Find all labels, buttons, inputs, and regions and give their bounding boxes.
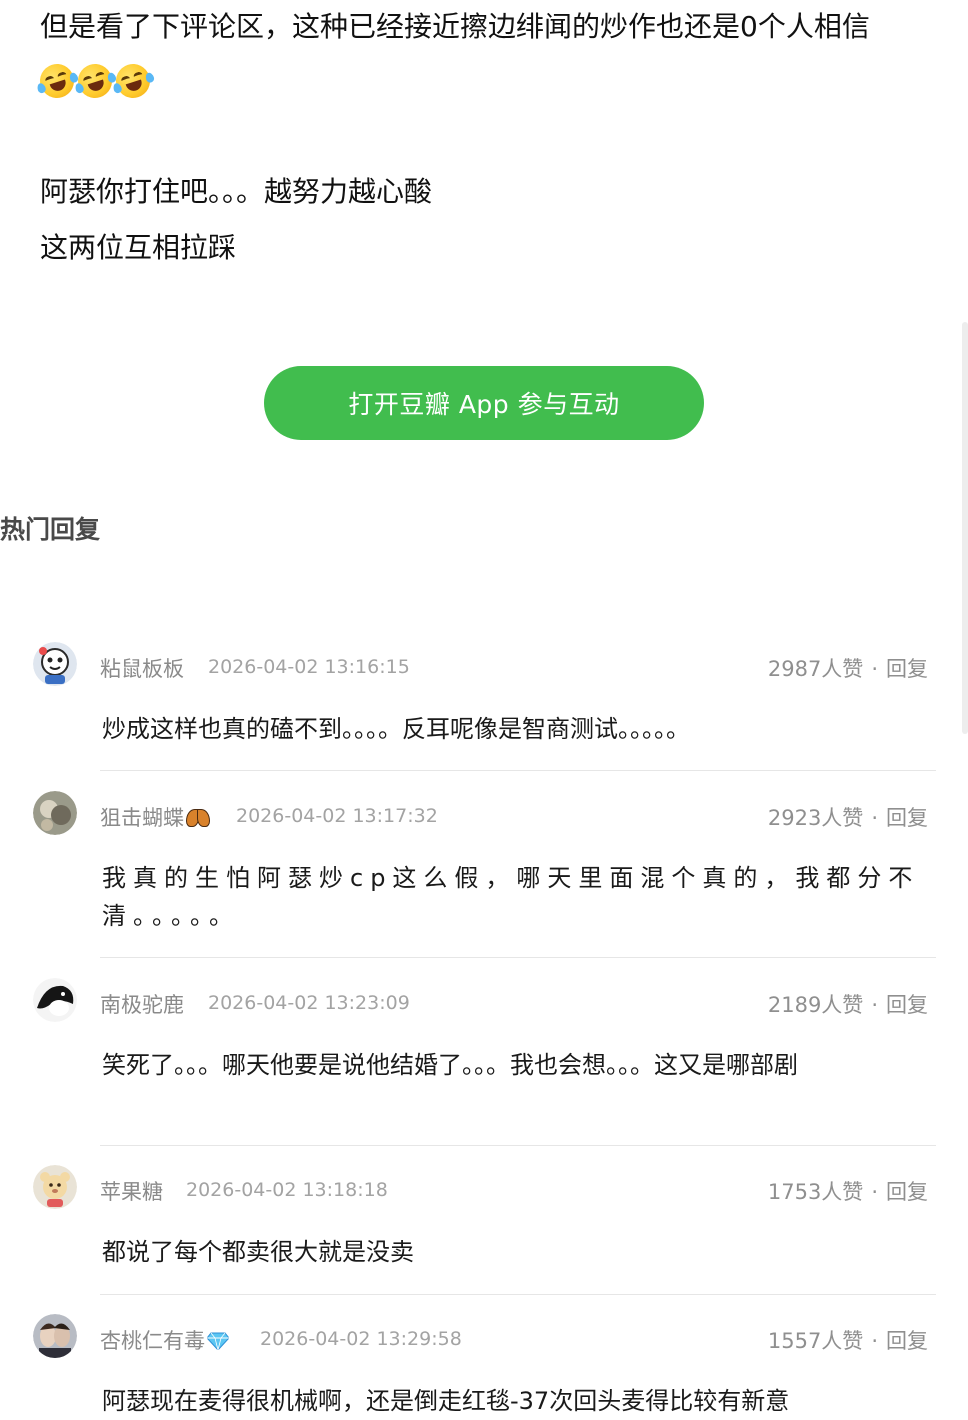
open-douban-app-button[interactable]: 打开豆瓣 App 参与互动 <box>264 366 704 440</box>
diamond-icon <box>207 1332 229 1350</box>
butterfly-icon <box>186 809 210 827</box>
divider <box>100 1145 936 1146</box>
divider <box>100 770 936 771</box>
comment-meta: 1557人赞 · 回复 <box>768 1325 928 1355</box>
rolling-on-floor-laughing-icon <box>73 59 118 103</box>
avatar[interactable] <box>33 642 77 686</box>
comment-text: 阿瑟现在麦得很机械啊，还是倒走红毯-37次回头麦得比较有新意 <box>102 1387 790 1415</box>
comment-author[interactable]: 杏桃仁有毒 <box>100 1325 229 1355</box>
reply-button[interactable]: 回复 <box>886 1180 928 1204</box>
reply-button[interactable]: 回复 <box>886 806 928 830</box>
comment-time: 2026-04-02 13:16:15 <box>208 656 410 678</box>
comment-meta: 1753人赞 · 回复 <box>768 1176 928 1206</box>
reply-button[interactable]: 回复 <box>886 1329 928 1353</box>
comment-time: 2026-04-02 13:17:32 <box>236 805 438 827</box>
like-count[interactable]: 2189人赞 <box>768 993 863 1017</box>
divider <box>100 1294 936 1295</box>
post-text-line-1: 但是看了下评论区，这种已经接近擦边绯闻的炒作也还是0个人相信 <box>40 10 870 43</box>
separator-dot: · <box>871 806 878 830</box>
separator-dot: · <box>871 993 878 1017</box>
comment-meta: 2189人赞 · 回复 <box>768 989 928 1019</box>
rolling-on-floor-laughing-icon <box>35 59 80 103</box>
separator-dot: · <box>871 657 878 681</box>
separator-dot: · <box>871 1180 878 1204</box>
comment-author[interactable]: 苹果糖 <box>100 1176 163 1206</box>
like-count[interactable]: 1557人赞 <box>768 1329 863 1353</box>
comment-time: 2026-04-02 13:18:18 <box>186 1179 388 1201</box>
emoji-row <box>35 59 156 103</box>
hot-replies-title: 热门回复 <box>0 515 101 544</box>
comment-meta: 2987人赞 · 回复 <box>768 653 928 683</box>
avatar[interactable] <box>33 1165 77 1209</box>
post-text-line-3: 这两位互相拉踩 <box>40 231 237 264</box>
post-text-line-2: 阿瑟你打住吧。。。越努力越心酸 <box>40 175 433 208</box>
divider <box>100 957 936 958</box>
rolling-on-floor-laughing-icon <box>111 59 156 103</box>
comment-author[interactable]: 南极驼鹿 <box>100 989 184 1019</box>
comment-text: 笑死了。。。哪天他要是说他结婚了。。。我也会想。。。这又是哪部剧 <box>102 1051 798 1079</box>
comment-text: 炒成这样也真的磕不到。。。。反耳呢像是智商测试。。。。。 <box>102 715 690 743</box>
scrollbar[interactable] <box>962 322 968 734</box>
comment-author[interactable]: 粘鼠板板 <box>100 653 184 683</box>
avatar[interactable] <box>33 1314 77 1358</box>
comment-meta: 2923人赞 · 回复 <box>768 802 928 832</box>
avatar[interactable] <box>33 791 77 835</box>
comment-author[interactable]: 狙击蝴蝶 <box>100 802 210 832</box>
comment-text: 都说了每个都卖很大就是没卖 <box>102 1238 414 1266</box>
avatar[interactable] <box>33 978 77 1022</box>
comment-time: 2026-04-02 13:29:58 <box>260 1328 462 1350</box>
like-count[interactable]: 1753人赞 <box>768 1180 863 1204</box>
comment-time: 2026-04-02 13:23:09 <box>208 992 410 1014</box>
separator-dot: · <box>871 1329 878 1353</box>
like-count[interactable]: 2923人赞 <box>768 806 863 830</box>
comment-text: 我真的生怕阿瑟炒cp这么假，哪天里面混个真的，我都分不清。。。。。 <box>102 864 920 930</box>
reply-button[interactable]: 回复 <box>886 993 928 1017</box>
reply-button[interactable]: 回复 <box>886 657 928 681</box>
like-count[interactable]: 2987人赞 <box>768 657 863 681</box>
